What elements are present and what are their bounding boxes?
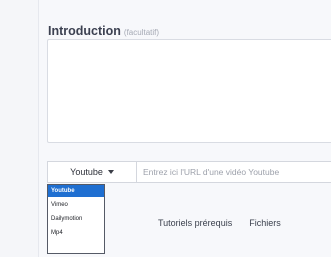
section-tabs: Tutoriels prérequis Fichiers — [158, 218, 281, 228]
provider-option-youtube[interactable]: Youtube — [48, 185, 104, 197]
tab-fichiers[interactable]: Fichiers — [249, 218, 281, 228]
video-url-row: Youtube — [47, 161, 331, 183]
provider-dropdown: Youtube Vimeo Dailymotion Mp4 — [47, 184, 105, 254]
editor-canvas: Introduction(facultatif) Youtube Youtube… — [0, 0, 331, 257]
provider-option-dailymotion[interactable]: Dailymotion — [48, 213, 104, 225]
introduction-title: Introduction — [48, 24, 121, 38]
provider-option-vimeo[interactable]: Vimeo — [48, 199, 104, 211]
video-provider-select[interactable]: Youtube — [48, 162, 137, 182]
tab-tutoriels-prerequis[interactable]: Tutoriels prérequis — [158, 218, 232, 228]
provider-option-mp4[interactable]: Mp4 — [48, 227, 104, 239]
video-url-input[interactable] — [137, 162, 331, 182]
introduction-textarea[interactable] — [47, 39, 331, 143]
caret-down-icon — [107, 170, 114, 174]
selected-provider: Youtube — [70, 167, 103, 177]
introduction-heading: Introduction (facultatif) — [48, 24, 159, 38]
optional-label: (facultatif) — [123, 28, 160, 37]
